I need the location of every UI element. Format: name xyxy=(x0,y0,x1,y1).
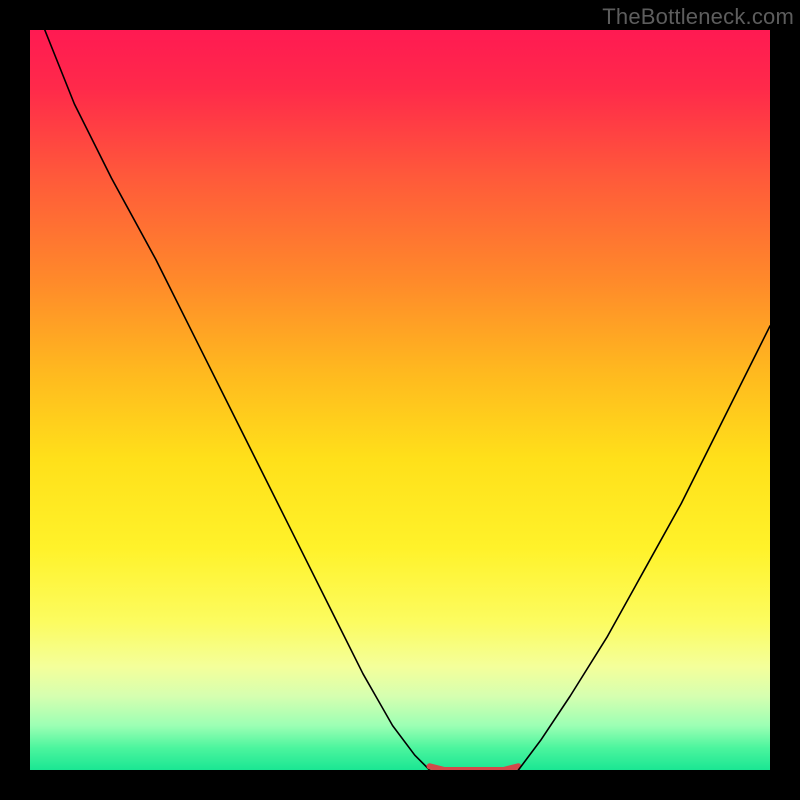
chart-frame: TheBottleneck.com xyxy=(0,0,800,800)
curves-svg xyxy=(30,30,770,770)
plot-area xyxy=(30,30,770,770)
series-bottom-flat xyxy=(430,766,519,770)
series-right-curve xyxy=(518,326,770,770)
series-left-curve xyxy=(45,30,430,770)
watermark-text: TheBottleneck.com xyxy=(602,4,794,30)
